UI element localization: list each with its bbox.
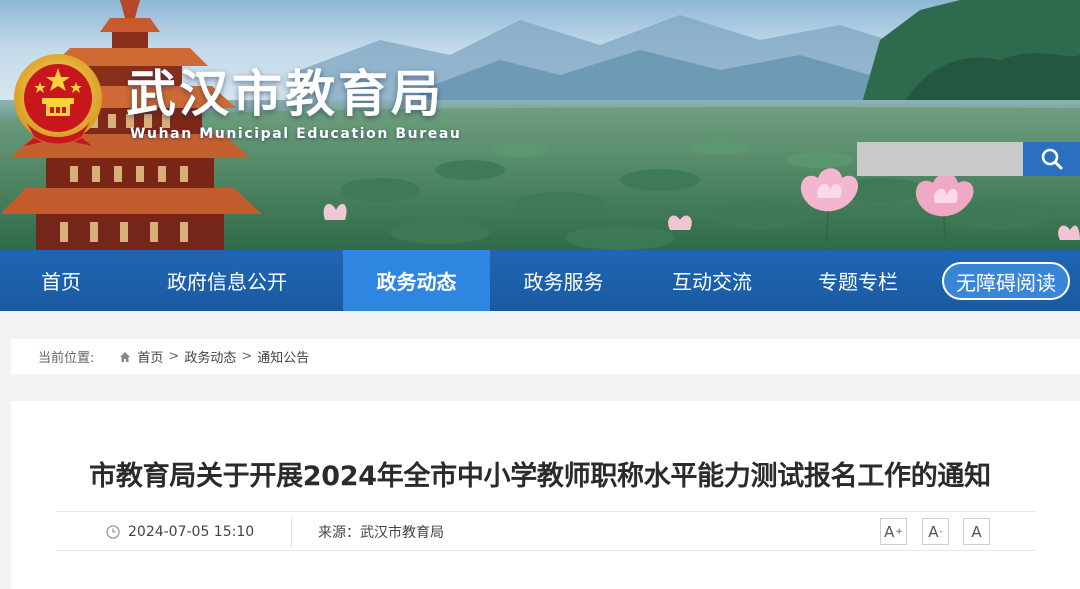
meta-divider-top xyxy=(56,511,1036,512)
meta-divider-bottom xyxy=(56,550,1036,551)
font-reset-button[interactable]: A xyxy=(963,518,990,545)
national-emblem-icon xyxy=(14,54,102,146)
home-icon xyxy=(119,351,131,363)
article-source: 来源： 武汉市教育局 xyxy=(318,522,444,542)
breadcrumb-gov-news[interactable]: 政务动态 xyxy=(184,347,236,366)
meta-divider-vertical xyxy=(291,517,292,547)
clock-icon xyxy=(106,525,120,539)
font-increase-button[interactable]: A + xyxy=(880,518,907,545)
search-icon xyxy=(1041,148,1062,170)
nav-item-home[interactable]: 首页 xyxy=(0,250,122,311)
source-value: 武汉市教育局 xyxy=(360,525,444,541)
nav-item-gov-news[interactable]: 政务动态 xyxy=(343,250,490,311)
article-title: 市教育局关于开展2024年全市中小学教师职称水平能力测试报名工作的通知 xyxy=(89,461,991,492)
publish-date: 2024-07-05 15:10 xyxy=(106,522,254,542)
publish-date-text: 2024-07-05 15:10 xyxy=(128,524,255,540)
site-subtitle: Wuhan Municipal Education Bureau xyxy=(130,126,462,142)
nav-item-gov-info[interactable]: 政府信息公开 xyxy=(122,250,332,311)
header-banner: 武汉市教育局 Wuhan Municipal Education Bureau xyxy=(0,0,1080,250)
nav-item-topics[interactable]: 专题专栏 xyxy=(787,250,929,311)
font-decrease-button[interactable]: A- xyxy=(922,518,949,545)
breadcrumb-home[interactable]: 首页 xyxy=(137,347,163,366)
breadcrumb-separator: > xyxy=(168,349,180,364)
accessible-reading-button[interactable]: 无障碍阅读 xyxy=(942,262,1070,300)
breadcrumb-notices[interactable]: 通知公告 xyxy=(257,347,309,366)
search-button[interactable] xyxy=(1023,142,1080,176)
main-nav: 首页 政府信息公开 政务动态 政务服务 互动交流 专题专栏 无障碍阅读 xyxy=(0,250,1080,311)
article-panel: 市教育局关于开展2024年全市中小学教师职称水平能力测试报名工作的通知 2024… xyxy=(11,401,1080,589)
nav-item-gov-service[interactable]: 政务服务 xyxy=(490,250,637,311)
breadcrumb: 当前位置: 首页 > 政务动态 > 通知公告 xyxy=(11,339,1080,374)
search-input[interactable] xyxy=(857,142,1023,176)
source-label: 来源： xyxy=(318,525,360,541)
breadcrumb-label: 当前位置: xyxy=(38,351,95,366)
nav-item-interaction[interactable]: 互动交流 xyxy=(637,250,787,311)
site-title: 武汉市教育局 xyxy=(126,65,444,123)
breadcrumb-separator: > xyxy=(241,349,253,364)
